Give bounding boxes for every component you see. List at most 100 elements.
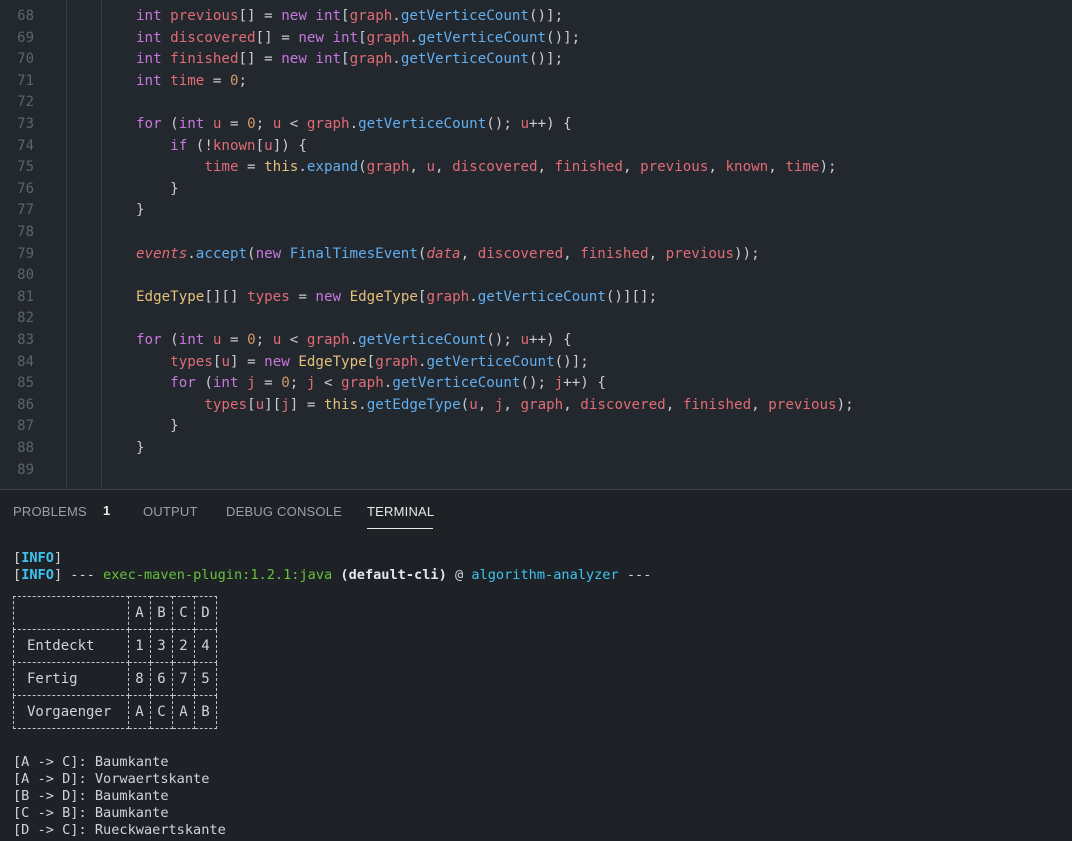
code-token: int xyxy=(315,51,342,68)
code-token: graph xyxy=(520,396,564,413)
code-token: < xyxy=(315,375,342,392)
terminal-output[interactable]: [INFO] [INFO] --- exec-maven-plugin:1.2.… xyxy=(13,550,651,584)
code-line[interactable]: } xyxy=(136,416,179,438)
line-number: 76 xyxy=(17,180,34,197)
value-cell: C xyxy=(172,596,195,630)
code-token: ] = xyxy=(289,396,324,413)
code-line[interactable]: int discovered[] = new int[graph.getVert… xyxy=(136,28,580,50)
tab-terminal[interactable]: TERMINAL xyxy=(367,504,434,519)
code-token: j xyxy=(554,375,564,392)
line-number: 79 xyxy=(17,245,34,262)
code-line[interactable]: int time = 0; xyxy=(136,71,247,93)
value-cell: 4 xyxy=(194,629,217,663)
edge-classification-list: [A -> C]: Baumkante [A -> D]: Vorwaertska… xyxy=(13,754,226,839)
value-cell: C xyxy=(150,695,173,729)
code-line[interactable]: } xyxy=(136,438,145,460)
code-token: j xyxy=(247,375,256,392)
value-cell: A xyxy=(128,596,151,630)
code-line[interactable]: } xyxy=(136,179,179,201)
code-line[interactable]: EdgeType[][] types = new EdgeType[graph.… xyxy=(136,287,657,309)
code-line[interactable]: types[u][j] = this.getEdgeType(u, j, gra… xyxy=(136,395,853,417)
code-token: u xyxy=(221,353,230,370)
code-token: int xyxy=(178,332,213,348)
code-line[interactable]: for (int u = 0; u < graph.getVerticeCoun… xyxy=(136,330,572,352)
code-token: ][ xyxy=(264,396,282,413)
value-cell: 2 xyxy=(172,629,195,663)
line-number: 83 xyxy=(17,332,34,348)
code-token: } xyxy=(136,202,145,219)
line-number: 70 xyxy=(17,51,34,68)
code-line[interactable]: int previous[] = new int[graph.getVertic… xyxy=(136,6,563,28)
code-line[interactable]: for (int j = 0; j < graph.getVerticeCoun… xyxy=(136,373,606,395)
code-token: EdgeType xyxy=(298,353,367,370)
code-token: graph xyxy=(426,288,470,305)
code-token: . xyxy=(392,8,401,24)
code-token: for xyxy=(136,332,171,348)
code-token: , xyxy=(409,159,427,176)
code-token: = xyxy=(204,72,230,89)
terminal-line-2: [INFO] --- exec-maven-plugin:1.2.1:java … xyxy=(13,567,652,583)
code-token: , xyxy=(563,396,581,413)
code-token: < xyxy=(281,116,307,132)
terminal-result-table: A B C D Entdeckt 1 3 2 4 Fertig 8 6 7 5 Vorgaenger A C A B xyxy=(13,596,217,729)
code-token: new xyxy=(281,8,316,24)
edge-line: [A -> D]: Vorwaertskante xyxy=(13,771,210,787)
code-line[interactable]: events.accept(new FinalTimesEvent(data, … xyxy=(136,244,760,266)
code-token: getVerticeCount xyxy=(400,51,529,68)
code-token: previous xyxy=(170,8,239,24)
code-token: ; xyxy=(289,375,307,392)
code-line[interactable]: time = this.expand(graph, u, discovered,… xyxy=(136,157,836,179)
code-token: ( xyxy=(170,332,179,348)
line-number: 84 xyxy=(17,353,34,370)
code-token: ; xyxy=(255,332,273,348)
code-token: ++) { xyxy=(528,116,572,132)
line-number: 81 xyxy=(17,288,34,305)
table-row: Fertig 8 6 7 5 xyxy=(13,662,217,696)
terminal-line-1: [INFO] xyxy=(13,550,63,566)
code-token: [] = xyxy=(238,8,282,24)
value-cell: 8 xyxy=(128,662,151,696)
code-token: ( xyxy=(358,159,367,176)
code-token: ++) { xyxy=(528,332,572,348)
code-token: finished xyxy=(554,159,623,176)
code-token: int xyxy=(315,8,342,24)
code-token: )); xyxy=(734,245,760,262)
line-number: 86 xyxy=(17,396,34,413)
project-name: algorithm-analyzer xyxy=(471,567,619,583)
line-number: 74 xyxy=(17,137,34,154)
code-line[interactable]: } xyxy=(136,200,145,222)
code-token: graph xyxy=(366,29,410,46)
line-number: 71 xyxy=(17,72,34,89)
code-token: types xyxy=(204,396,248,413)
code-token: getVerticeCount xyxy=(400,8,529,24)
code-token: time xyxy=(170,72,205,89)
code-line[interactable]: if (!known[u]) { xyxy=(136,136,307,158)
code-token: EdgeType xyxy=(349,288,418,305)
code-token: known xyxy=(725,159,769,176)
tab-debug-console[interactable]: DEBUG CONSOLE xyxy=(226,504,342,519)
code-token: int xyxy=(178,116,213,132)
code-token: graph xyxy=(341,375,384,392)
code-line[interactable]: for (int u = 0; u < graph.getVerticeCoun… xyxy=(136,114,572,136)
code-line[interactable]: int finished[] = new int[graph.getVertic… xyxy=(136,49,563,71)
value-cell: 6 xyxy=(150,662,173,696)
code-editor[interactable]: 68 69 70 71 72 73 74 75 76 77 78 79 80 81 82 83 84 85 86 87… xyxy=(0,0,1072,489)
code-token: ; xyxy=(238,72,248,89)
code-token: finished xyxy=(170,51,239,68)
code-line[interactable]: types[u] = new EdgeType[graph.getVertice… xyxy=(136,352,589,374)
info-tag: INFO xyxy=(21,567,54,583)
code-token: ( xyxy=(170,116,179,132)
edge-line: [B -> D]: Baumkante xyxy=(13,788,169,804)
code-token: [ xyxy=(255,137,265,154)
code-token: int xyxy=(136,8,171,24)
code-token: getVerticeCount xyxy=(392,375,521,392)
tab-output[interactable]: OUTPUT xyxy=(143,504,198,519)
code-token: u xyxy=(255,396,265,413)
code-token: , xyxy=(648,245,666,262)
tab-problems[interactable]: PROBLEMS xyxy=(13,504,87,519)
code-token: (); xyxy=(486,332,521,348)
code-token: int xyxy=(136,72,171,89)
